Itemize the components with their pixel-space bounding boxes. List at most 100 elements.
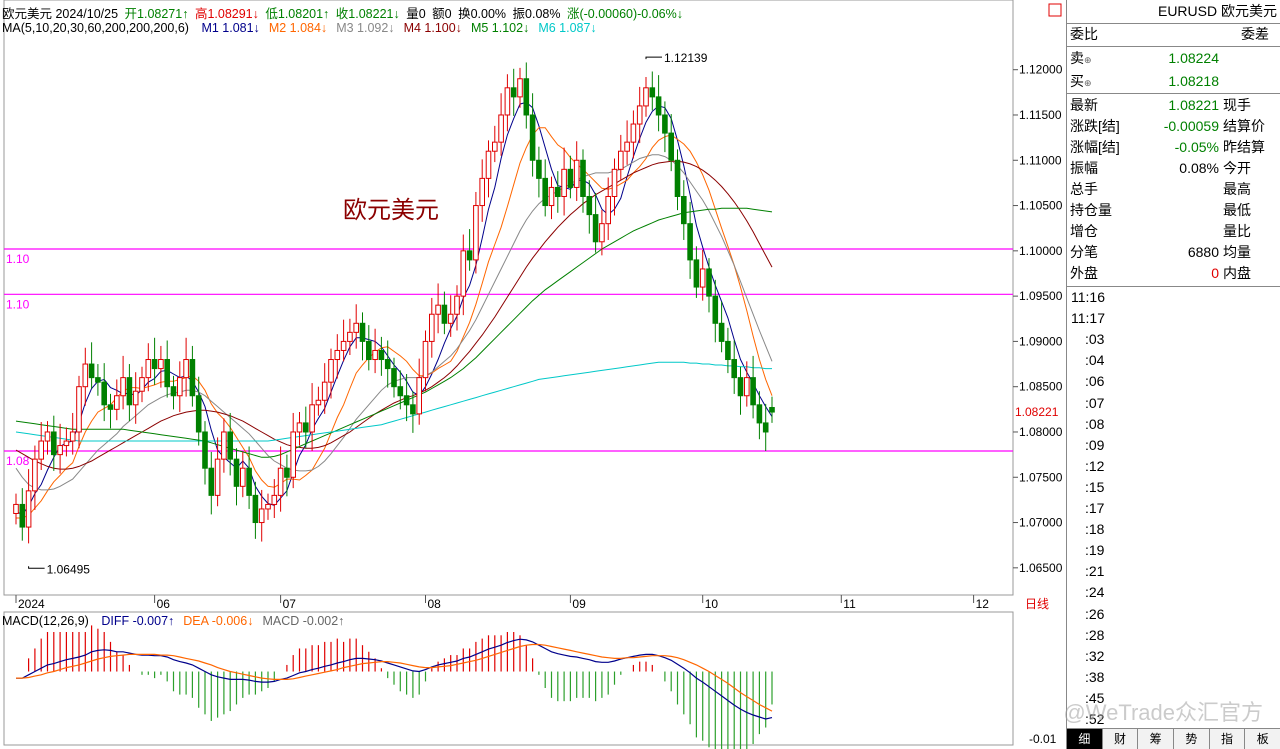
candle-body xyxy=(114,395,120,410)
quote-label: 最新 xyxy=(1070,97,1098,113)
quote-label-2: 最高 xyxy=(1223,181,1251,197)
candle-body xyxy=(44,431,51,442)
last-price-tag: 1.08221 xyxy=(1015,405,1059,419)
ma-line-M2 xyxy=(16,127,773,519)
panel-title: EURUSD 欧元美元 xyxy=(1067,0,1280,24)
ma-legend-item: M1 1.081↓ xyxy=(201,21,260,35)
panel-tab-1[interactable]: 财 xyxy=(1102,729,1139,749)
panel-tab-4[interactable]: 指 xyxy=(1209,729,1246,749)
weicha-label: 委差 xyxy=(1241,26,1269,42)
tick-time: :12 xyxy=(1085,457,1105,474)
ohlc-header: 欧元美元 2024/10/25 开1.08271↑ 高1.08291↓ 低1.0… xyxy=(2,3,686,22)
quote-value: 0 xyxy=(1211,265,1219,281)
candle-body xyxy=(353,322,359,333)
candle-body xyxy=(347,331,353,342)
y-tick-label: 1.07500 xyxy=(1019,470,1063,484)
candle-body xyxy=(139,377,145,392)
y-tick-label: 1.08500 xyxy=(1019,380,1063,394)
y-tick-label: 1.12000 xyxy=(1019,63,1063,77)
tick-time: :21 xyxy=(1085,563,1105,580)
low-label: 1.06495 xyxy=(47,562,91,576)
y-tick-label: 1.09000 xyxy=(1019,334,1063,348)
candle-body xyxy=(643,87,649,107)
x-tick-label: 10 xyxy=(705,597,719,611)
y-tick-label: 1.11500 xyxy=(1019,108,1062,122)
candle-body xyxy=(240,467,246,487)
high-label: 1.12139 xyxy=(664,51,708,65)
candle-body xyxy=(195,395,202,433)
candle-body xyxy=(372,349,378,361)
panel-tab-3[interactable]: 势 xyxy=(1174,729,1210,749)
candle-body xyxy=(271,494,278,505)
tick-time: :15 xyxy=(1085,478,1105,495)
candle-body xyxy=(655,96,662,116)
quote-label-2: 量比 xyxy=(1223,223,1251,239)
candle-body xyxy=(416,377,422,415)
candle-body xyxy=(460,250,467,297)
hline-label: 1.10 xyxy=(6,252,30,266)
macd-legend-item: DIFF -0.007↑ xyxy=(101,614,175,628)
y-tick-label: 1.09500 xyxy=(1019,289,1063,303)
weibi-label: 委比 xyxy=(1070,26,1098,42)
candle-body xyxy=(69,431,76,442)
panel-tab-0[interactable]: 细 xyxy=(1067,729,1103,749)
candle-body xyxy=(284,467,290,478)
candle-body xyxy=(466,250,473,261)
quote-row: 涨幅[结] -0.05% 昨结算 xyxy=(1070,137,1280,158)
quote-value: 1.08221 xyxy=(1168,97,1219,113)
macd-axis-label: -0.01 xyxy=(1029,732,1057,746)
turnover-value: 换0.00% xyxy=(458,7,507,21)
high-value: 高1.08291↓ xyxy=(194,7,259,21)
x-tick-label: 06 xyxy=(157,597,171,611)
candle-body xyxy=(334,349,341,361)
candle-body xyxy=(328,359,334,383)
macd-plot-frame xyxy=(3,611,1014,746)
candle-body xyxy=(177,377,183,397)
candle-body xyxy=(25,490,32,528)
panel-tab-5[interactable]: 板 xyxy=(1245,729,1280,749)
candle-body xyxy=(504,87,511,116)
candle-body xyxy=(233,458,240,487)
candle-body xyxy=(290,431,296,478)
tick-time: :32 xyxy=(1085,647,1105,664)
candle-body xyxy=(718,322,725,342)
tick-time: :17 xyxy=(1085,500,1105,516)
candle-body xyxy=(277,467,284,496)
candle-body xyxy=(573,159,580,188)
quote-value: 0.08% xyxy=(1179,160,1219,176)
candle-body xyxy=(397,386,404,397)
quote-label: 增仓 xyxy=(1070,223,1098,239)
candle-body xyxy=(422,340,429,379)
buy-row: 买⊕ 1.08218 xyxy=(1070,71,1280,92)
candle-body xyxy=(378,349,385,361)
candle-body xyxy=(479,177,485,207)
candle-body xyxy=(391,368,397,388)
y-tick-label: 1.08000 xyxy=(1019,425,1063,439)
candle-body xyxy=(19,503,26,528)
quote-row: 最新 1.08221 现手 xyxy=(1070,95,1280,116)
candle-body xyxy=(252,494,259,524)
quote-label: 涨跌[结] xyxy=(1070,118,1120,134)
y-tick-label: 1.10000 xyxy=(1019,244,1063,258)
quote-row: 涨跌[结] -0.00059 结算价 xyxy=(1070,116,1280,137)
ma-legend-item: M2 1.084↓ xyxy=(268,21,328,35)
candle-body xyxy=(227,431,233,460)
candle-body xyxy=(95,377,101,383)
tick-time: :08 xyxy=(1085,415,1105,432)
macd-legend: MACD(12,26,9) DIFF -0.007↑ DEA -0.006↓ MAC… xyxy=(2,614,350,628)
quote-label: 总手 xyxy=(1070,181,1098,197)
candle-body xyxy=(699,268,706,288)
candle-body xyxy=(536,159,542,179)
quote-panel: EURUSD 欧元美元 委比 委差 卖⊕ 1.08224 买⊕ 1.08218 … xyxy=(1063,0,1280,749)
ma-legend: MA(5,10,20,30,60,200,200,200,6) M1 1.081… xyxy=(2,21,603,35)
amplitude-value: 振0.08% xyxy=(512,7,561,21)
quote-row: 分笔 6880 均量 xyxy=(1070,242,1280,263)
candle-body xyxy=(725,340,731,361)
candle-body xyxy=(744,377,750,397)
x-tick-label: 2024 xyxy=(18,597,45,611)
candle-body xyxy=(636,105,643,125)
candle-body xyxy=(681,195,687,225)
quote-label-2: 均量 xyxy=(1223,244,1251,260)
panel-tab-2[interactable]: 筹 xyxy=(1138,729,1175,749)
macd-legend-item: MACD -0.002↑ xyxy=(262,614,345,628)
